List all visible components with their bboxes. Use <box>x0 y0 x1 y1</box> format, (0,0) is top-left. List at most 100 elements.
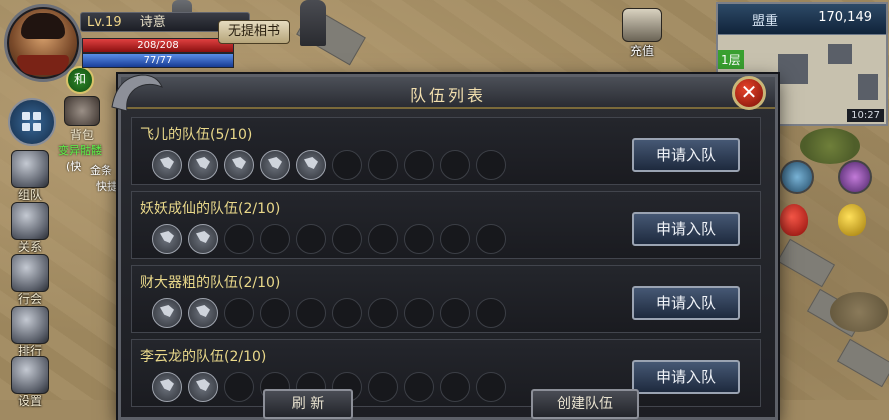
member-avatar-icon <box>188 224 218 254</box>
relation-icon <box>11 202 49 240</box>
floor-indicator: 1层 <box>718 50 744 69</box>
npc-character[interactable] <box>300 0 326 46</box>
member-avatar-icon <box>296 150 326 180</box>
sidebar-item-label: 组队 <box>17 188 42 202</box>
quick-text-2: 快捷 <box>96 180 118 193</box>
empty-member-slot <box>332 150 362 180</box>
recharge-button[interactable]: 充值 <box>620 8 664 59</box>
empty-member-slot <box>440 372 470 402</box>
player-level: Lv.19 <box>87 15 122 30</box>
create-team-button[interactable]: 创建队伍 <box>531 389 639 419</box>
hp-potion-icon[interactable] <box>780 204 808 236</box>
empty-member-slot <box>260 224 290 254</box>
empty-member-slot <box>476 150 506 180</box>
apply-join-button[interactable]: 申请入队 <box>632 212 740 246</box>
team-row: 妖妖成仙的队伍(2/10) 申请入队 <box>131 191 761 259</box>
bag-button[interactable]: 背包 <box>62 96 102 143</box>
empty-member-slot <box>440 224 470 254</box>
member-avatar-icon <box>224 150 254 180</box>
scroll-tag[interactable]: 无提相书 <box>218 20 290 44</box>
map-building <box>858 74 878 100</box>
team-name: 财大器粗的队伍(2/10) <box>140 275 281 291</box>
team-list: 飞儿的队伍(5/10) 申请入队 妖妖成仙的队伍(2/10) 申请入队 财大器粗… <box>131 117 761 417</box>
member-avatar-icon <box>188 298 218 328</box>
sidebar-item-relation[interactable]: 关系 <box>6 202 54 255</box>
empty-member-slot <box>224 298 254 328</box>
empty-member-slot <box>404 372 434 402</box>
player-name: 诗意 <box>139 15 166 30</box>
peace-mode-badge[interactable]: 和 <box>66 66 94 94</box>
close-icon[interactable]: ✕ <box>732 76 766 110</box>
clock: 10:27 <box>847 109 884 122</box>
apply-join-button[interactable]: 申请入队 <box>632 360 740 394</box>
dry-bush <box>830 292 888 332</box>
guild-icon <box>11 254 49 292</box>
member-avatar-icon <box>188 150 218 180</box>
grid-icon <box>33 112 41 120</box>
swirl-purple-icon[interactable] <box>838 160 872 194</box>
empty-member-slot <box>260 298 290 328</box>
member-avatar-icon <box>152 150 182 180</box>
right-skill-area <box>776 156 886 246</box>
gold-bar-text[interactable]: 金条 <box>90 162 112 178</box>
sidebar-item-label: 行会 <box>17 292 42 306</box>
team-row: 李云龙的队伍(2/10) 申请入队 <box>131 339 761 407</box>
avatar-armor <box>17 55 69 75</box>
empty-member-slot <box>332 298 362 328</box>
team-list-dialog: 队伍列表 飞儿的队伍(5/10) 申请入队 妖妖成仙的队伍(2/10) 申请入队… <box>111 74 778 420</box>
team-name: 飞儿的队伍(5/10) <box>140 127 253 143</box>
empty-member-slot <box>440 298 470 328</box>
recharge-label: 充值 <box>629 44 654 58</box>
sidebar-item-guild[interactable]: 行会 <box>6 254 54 307</box>
sidebar-item-team[interactable]: 组队 <box>6 150 54 203</box>
empty-member-slot <box>224 224 254 254</box>
empty-member-slot <box>368 298 398 328</box>
quick-text: (快 <box>66 160 82 173</box>
empty-member-slot <box>296 298 326 328</box>
stone-tile <box>776 238 836 288</box>
sidebar-item-settings[interactable]: 设置 <box>6 356 54 409</box>
player-coords: 170,149 <box>818 10 872 25</box>
empty-member-slot <box>404 150 434 180</box>
skeleton-status-text: 变异骷髅 <box>58 144 102 157</box>
team-name: 李云龙的队伍(2/10) <box>140 349 267 365</box>
bag-label: 背包 <box>69 128 94 142</box>
hp-text: 208/208 <box>137 40 179 51</box>
team-icon <box>11 150 49 188</box>
grid-icon <box>22 123 30 131</box>
swirl-blue-icon[interactable] <box>780 160 814 194</box>
sidebar-item-ranking[interactable]: 排行 <box>6 306 54 359</box>
gold-potion-icon[interactable] <box>838 204 866 236</box>
apply-join-button[interactable]: 申请入队 <box>632 138 740 172</box>
map-name: 盟重 <box>752 14 779 29</box>
dialog-header: 队伍列表 <box>121 77 775 109</box>
empty-member-slot <box>476 224 506 254</box>
sidebar-item-label: 关系 <box>17 240 42 254</box>
empty-member-slot <box>404 224 434 254</box>
team-row: 财大器粗的队伍(2/10) 申请入队 <box>131 265 761 333</box>
member-avatar-icon <box>188 372 218 402</box>
member-avatar-icon <box>152 224 182 254</box>
apply-join-button[interactable]: 申请入队 <box>632 286 740 320</box>
sidebar-item-label: 设置 <box>17 394 42 408</box>
ranking-icon <box>11 306 49 344</box>
member-avatar-icon <box>152 372 182 402</box>
minimap-header: 盟重 170,149 <box>718 4 886 35</box>
bag-icon <box>64 96 100 126</box>
settings-icon <box>11 356 49 394</box>
grid-icon <box>33 123 41 131</box>
main-menu-button[interactable] <box>8 98 56 146</box>
empty-member-slot <box>368 372 398 402</box>
stone-tile <box>836 338 889 388</box>
dragon-ornament-icon <box>111 74 163 112</box>
empty-member-slot <box>296 224 326 254</box>
member-avatar-icon <box>260 150 290 180</box>
treasure-chest-icon <box>622 8 662 42</box>
map-building <box>828 44 852 64</box>
empty-member-slot <box>440 150 470 180</box>
refresh-button[interactable]: 刷 新 <box>263 389 353 419</box>
mp-text: 77/77 <box>143 55 173 66</box>
grid-icon <box>22 112 30 120</box>
hp-bar: 208/208 <box>82 38 234 53</box>
empty-member-slot <box>224 372 254 402</box>
